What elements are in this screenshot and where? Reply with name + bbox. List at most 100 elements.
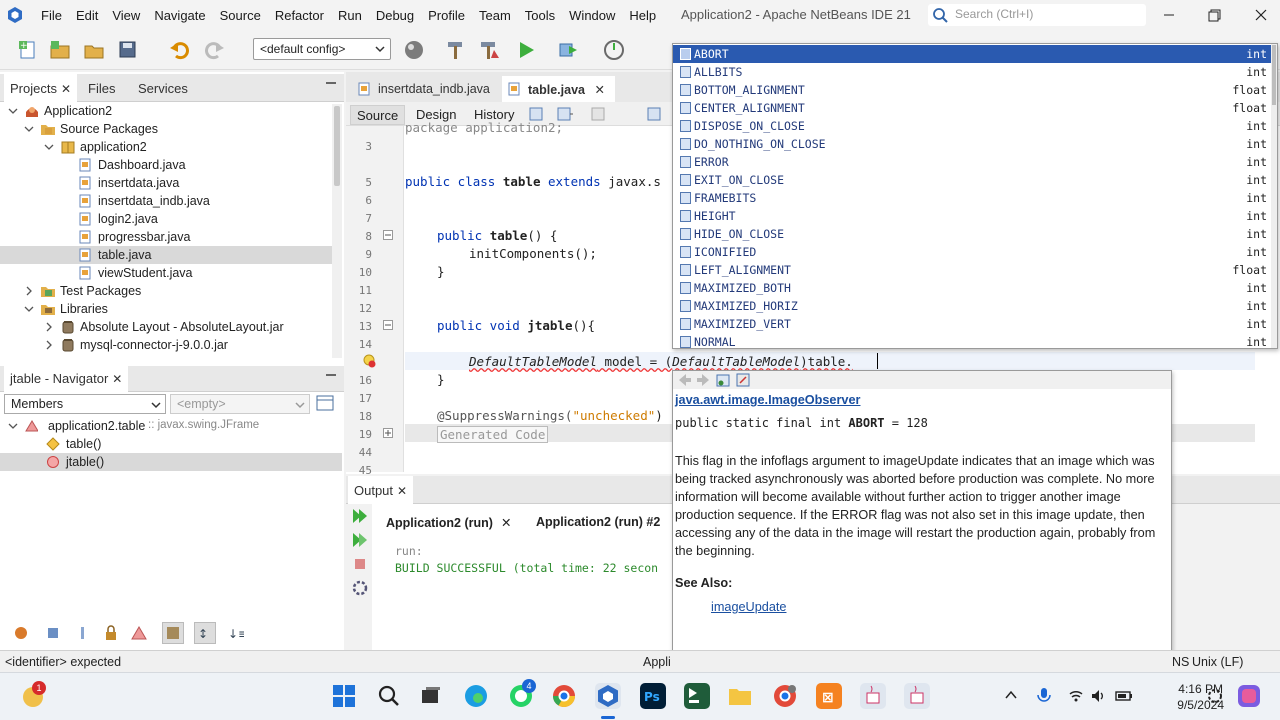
sort-name-icon[interactable]: ↕ (194, 622, 216, 644)
open-in-browser-icon[interactable] (715, 372, 731, 388)
tree-item[interactable]: insertdata_indb.java (0, 192, 332, 210)
menu-navigate[interactable]: Navigate (147, 8, 212, 23)
menu-source[interactable]: Source (213, 8, 268, 23)
chevron-right-icon[interactable] (44, 322, 54, 332)
close-icon[interactable]: ✕ (112, 372, 122, 386)
sort-source-icon[interactable]: ↓≡ (226, 624, 244, 642)
undo-icon[interactable] (168, 38, 192, 62)
sort-type-icon[interactable] (162, 622, 184, 644)
folded-code-block[interactable]: Generated Code (437, 426, 549, 443)
tab-application2-run[interactable]: Application2 (run) ✕ (386, 515, 511, 530)
debug-project-icon[interactable] (556, 38, 580, 62)
chevron-down-icon[interactable] (8, 421, 18, 431)
run-project-icon[interactable] (514, 38, 538, 62)
completion-item[interactable]: ICONIFIED int (673, 243, 1277, 261)
completion-item[interactable]: CENTER_ALIGNMENT float (673, 99, 1277, 117)
completion-item[interactable]: ALLBITS int (673, 63, 1277, 81)
redo-icon[interactable] (202, 38, 226, 62)
menu-team[interactable]: Team (472, 8, 518, 23)
copilot-icon[interactable] (1236, 683, 1262, 709)
wifi-icon[interactable] (1068, 688, 1084, 704)
go-to-source-icon[interactable] (735, 372, 751, 388)
filter-static-icon[interactable] (44, 624, 62, 642)
menu-tools[interactable]: Tools (518, 8, 562, 23)
tab-projects[interactable]: Projects ✕ (4, 74, 78, 102)
menu-view[interactable]: View (105, 8, 147, 23)
menu-refactor[interactable]: Refactor (268, 8, 331, 23)
completion-item[interactable]: FRAMEBITS int (673, 189, 1277, 207)
error-bulb-icon[interactable] (362, 354, 376, 368)
tree-item[interactable]: table.java (0, 246, 332, 264)
tree-item[interactable]: insertdata.java (0, 174, 332, 192)
java-app-icon[interactable] (860, 683, 886, 709)
start-menu-icon[interactable] (331, 683, 357, 709)
new-file-icon[interactable]: + (16, 38, 40, 62)
forward-arrow-icon[interactable] (695, 372, 711, 388)
menu-run[interactable]: Run (331, 8, 369, 23)
source-mode-button[interactable]: Source (350, 105, 406, 125)
tree-scrollbar[interactable] (332, 104, 342, 358)
chevron-up-icon[interactable] (1004, 689, 1018, 701)
close-icon[interactable]: ✕ (594, 83, 604, 97)
back-arrow-icon[interactable] (677, 372, 693, 388)
profile-project-icon[interactable] (602, 38, 626, 62)
photoshop-icon[interactable]: Ps (640, 683, 666, 709)
tree-item[interactable]: login2.java (0, 210, 332, 228)
completion-item[interactable]: DISPOSE_ON_CLOSE int (673, 117, 1277, 135)
tree-item[interactable]: mysql-connector-j-9.0.0.jar (0, 336, 332, 354)
chevron-down-icon[interactable] (8, 106, 18, 116)
minimize-window-button[interactable] (1160, 6, 1178, 24)
navigator-class-row[interactable]: application2.table :: javax.swing.JFrame (0, 417, 332, 435)
chevron-down-icon[interactable] (44, 142, 54, 152)
battery-icon[interactable] (1114, 688, 1134, 704)
close-icon[interactable]: ✕ (61, 82, 71, 96)
tree-item[interactable]: Dashboard.java (0, 156, 332, 174)
output-settings-icon[interactable] (350, 578, 372, 600)
search-input[interactable]: Search (Ctrl+I) (928, 4, 1146, 26)
close-window-button[interactable] (1252, 6, 1270, 24)
new-project-icon[interactable] (48, 38, 72, 62)
stop-icon[interactable] (350, 554, 372, 576)
filter-fields-icon[interactable] (12, 624, 30, 642)
tree-item[interactable]: viewStudent.java (0, 264, 332, 282)
save-all-icon[interactable] (116, 38, 140, 62)
menu-help[interactable]: Help (622, 8, 663, 23)
java-app-icon[interactable] (904, 683, 930, 709)
file-explorer-icon[interactable] (727, 683, 753, 709)
completion-item[interactable]: MAXIMIZED_HORIZ int (673, 297, 1277, 315)
minimize-panel-button[interactable] (326, 82, 336, 84)
completion-item[interactable]: ABORT int (673, 45, 1277, 63)
filter-inherited-icon[interactable] (130, 624, 148, 642)
quick-settings-icon[interactable] (1206, 687, 1224, 705)
navigator-member-row[interactable]: table() (0, 435, 332, 453)
completion-item[interactable]: LEFT_ALIGNMENT float (673, 261, 1277, 279)
tab-services[interactable]: Services (132, 74, 194, 102)
editor-tab-insertdata-indb[interactable]: insertdata_indb.java (352, 76, 500, 102)
completion-item[interactable]: ERROR int (673, 153, 1277, 171)
chevron-right-icon[interactable] (44, 340, 54, 350)
pycharm-icon[interactable] (684, 683, 710, 709)
tree-item[interactable]: application2 (0, 138, 332, 156)
build-hammer-icon[interactable] (444, 38, 468, 62)
volume-icon[interactable] (1090, 688, 1106, 704)
target-icon[interactable] (402, 38, 426, 62)
menu-debug[interactable]: Debug (369, 8, 421, 23)
tree-item[interactable]: Source Packages (0, 120, 332, 138)
microphone-icon[interactable] (1036, 687, 1052, 705)
javadoc-class-link[interactable]: java.awt.image.ImageObserver (675, 391, 1167, 409)
tree-item[interactable]: progressbar.java (0, 228, 332, 246)
navigator-member-row[interactable]: jtable() (0, 453, 342, 471)
rerun-with-params-icon[interactable] (350, 530, 372, 552)
status-line-endings[interactable]: Unix (LF) (1192, 655, 1243, 669)
configuration-select[interactable]: <default config> (253, 38, 391, 60)
completion-item[interactable]: EXIT_ON_CLOSE int (673, 171, 1277, 189)
fold-expand-icon[interactable] (383, 428, 393, 438)
close-icon[interactable]: ✕ (501, 516, 511, 530)
tab-files[interactable]: Files (82, 74, 121, 102)
edge-browser-icon[interactable] (463, 683, 489, 709)
open-project-icon[interactable] (82, 38, 106, 62)
tab-application2-run-2[interactable]: Application2 (run) #2 (536, 515, 660, 529)
tree-item[interactable]: Absolute Layout - AbsoluteLayout.jar (0, 318, 332, 336)
completion-item[interactable]: MAXIMIZED_VERT int (673, 315, 1277, 333)
completion-item[interactable]: NORMAL int (673, 333, 1277, 348)
